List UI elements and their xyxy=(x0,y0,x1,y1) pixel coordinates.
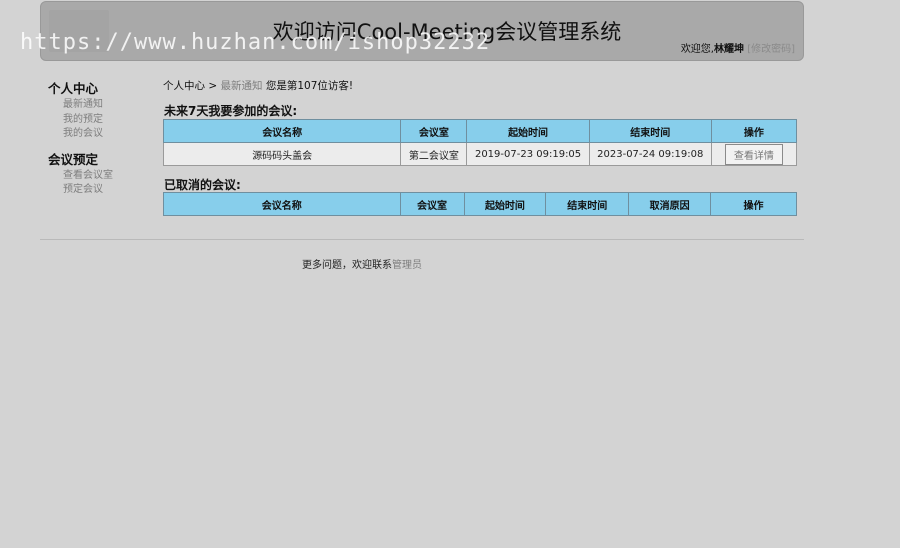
meeting-room: 第二会议室 xyxy=(400,142,468,166)
column-header: 结束时间 xyxy=(588,119,712,143)
column-header: 会议名称 xyxy=(163,192,401,216)
column-header: 起始时间 xyxy=(466,119,590,143)
column-header: 操作 xyxy=(710,119,798,143)
visitor-count: 您是第107位访客! xyxy=(265,80,354,92)
upcoming-title: 未来7天我要参加的会议: xyxy=(164,104,298,118)
breadcrumb: 个人中心 > 最新通知 您是第107位访客! xyxy=(163,78,353,93)
footer: 更多问题，欢迎联系管理员 xyxy=(302,256,422,271)
column-header: 操作 xyxy=(710,192,797,216)
sidebar-item-my-bookings[interactable]: 我的预定 xyxy=(63,113,148,128)
breadcrumb-current: 最新通知 xyxy=(220,80,263,92)
view-details-button[interactable]: 查看详情 xyxy=(724,143,783,165)
sidebar-item-view-rooms[interactable]: 查看会议室 xyxy=(63,169,148,184)
change-password-link[interactable]: [修改密码] xyxy=(747,44,795,55)
meeting-start: 2019-07-23 09:19:05 xyxy=(466,142,590,166)
watermark: https://www.huzhan.com/ishop32232 xyxy=(20,30,491,55)
meeting-name: 源码码头盖会 xyxy=(162,142,402,166)
column-header: 会议室 xyxy=(399,192,465,216)
column-header: 起始时间 xyxy=(463,192,547,216)
welcome-text: 欢迎您, xyxy=(680,44,714,55)
upcoming-table: 会议名称 会议室 起始时间 结束时间 操作 源码码头盖会 第二会议室 2019-… xyxy=(162,119,798,166)
table-header-row: 会议名称 会议室 起始时间 结束时间 取消原因 操作 xyxy=(163,192,797,216)
column-header: 会议室 xyxy=(400,119,468,143)
breadcrumb-separator: > xyxy=(208,80,218,92)
sidebar-item-latest-notice[interactable]: 最新通知 xyxy=(63,98,148,113)
username: 林耀坤 xyxy=(714,44,744,55)
sidebar-group-personal: 个人中心 xyxy=(48,81,99,96)
breadcrumb-root: 个人中心 xyxy=(163,80,205,92)
sidebar: 个人中心 最新通知 我的预定 我的会议 会议预定 查看会议室 预定会议 xyxy=(48,78,148,198)
action-cell: 查看详情 xyxy=(710,142,798,166)
table-header-row: 会议名称 会议室 起始时间 结束时间 操作 xyxy=(162,119,798,143)
meeting-end: 2023-07-24 09:19:08 xyxy=(588,142,712,166)
admin-contact-link[interactable]: 管理员 xyxy=(392,260,422,271)
column-header: 取消原因 xyxy=(628,192,712,216)
footer-text: 更多问题，欢迎联系 xyxy=(302,260,392,271)
sidebar-item-my-meetings[interactable]: 我的会议 xyxy=(63,127,148,142)
cancelled-table: 会议名称 会议室 起始时间 结束时间 取消原因 操作 xyxy=(163,192,797,216)
sidebar-item-book-meeting[interactable]: 预定会议 xyxy=(63,183,148,198)
footer-divider xyxy=(40,239,804,240)
user-bar: 欢迎您,林耀坤 [修改密码] xyxy=(681,40,795,55)
cancelled-title: 已取消的会议: xyxy=(164,178,241,192)
sidebar-group-booking: 会议预定 xyxy=(48,151,99,167)
column-header: 结束时间 xyxy=(545,192,630,216)
table-row: 源码码头盖会 第二会议室 2019-07-23 09:19:05 2023-07… xyxy=(162,142,798,166)
column-header: 会议名称 xyxy=(162,119,402,143)
